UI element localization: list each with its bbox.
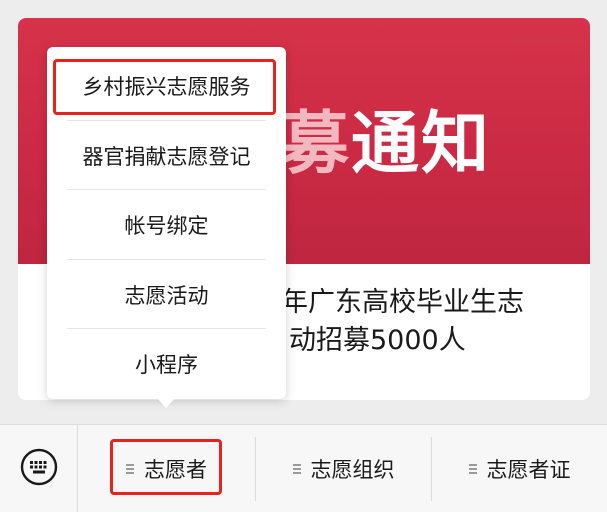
banner-title: 募通知: [281, 100, 491, 190]
banner-title-main: 通知: [351, 105, 492, 184]
menu-item-label: 志愿组织: [310, 458, 395, 482]
submenu-item-volunteer-activities[interactable]: 志愿活动: [47, 260, 286, 330]
highlight-box-submenu: [53, 59, 276, 115]
submenu-popup: 乡村振兴志愿服务 器官捐献志愿登记 帐号绑定 志愿活动 小程序: [47, 47, 286, 399]
banner-title-prefix: 募: [281, 105, 352, 184]
menu-item-volunteer-certificate[interactable]: 志愿者证: [432, 425, 607, 512]
submenu-item-organ-donation[interactable]: 器官捐献志愿登记: [47, 121, 286, 191]
bottom-menu-bar: 志愿者 志愿组织 志愿者证: [0, 424, 607, 512]
wechat-official-account-page: 募通知 年广东高校毕业生志 动招募5000人 乡村振兴志愿服务 器官捐献志愿登记…: [0, 0, 607, 512]
submenu-item-label: 帐号绑定: [124, 214, 209, 238]
submenu-popup-arrow: [157, 398, 175, 408]
submenu-item-mini-program[interactable]: 小程序: [47, 329, 286, 399]
keyboard-toggle-button[interactable]: [0, 425, 78, 512]
menu-item-volunteer-organization[interactable]: 志愿组织: [256, 425, 431, 512]
submenu-item-label: 器官捐献志愿登记: [82, 145, 251, 169]
menu-item-label: 志愿者证: [486, 458, 571, 482]
menu-list-icon: [292, 464, 303, 474]
highlight-box-menu: [110, 439, 222, 495]
submenu-item-account-binding[interactable]: 帐号绑定: [47, 190, 286, 260]
keyboard-icon: [19, 447, 59, 491]
menu-list-icon: [468, 464, 479, 474]
submenu-item-label: 志愿活动: [124, 284, 209, 308]
submenu-item-label: 小程序: [135, 353, 198, 377]
